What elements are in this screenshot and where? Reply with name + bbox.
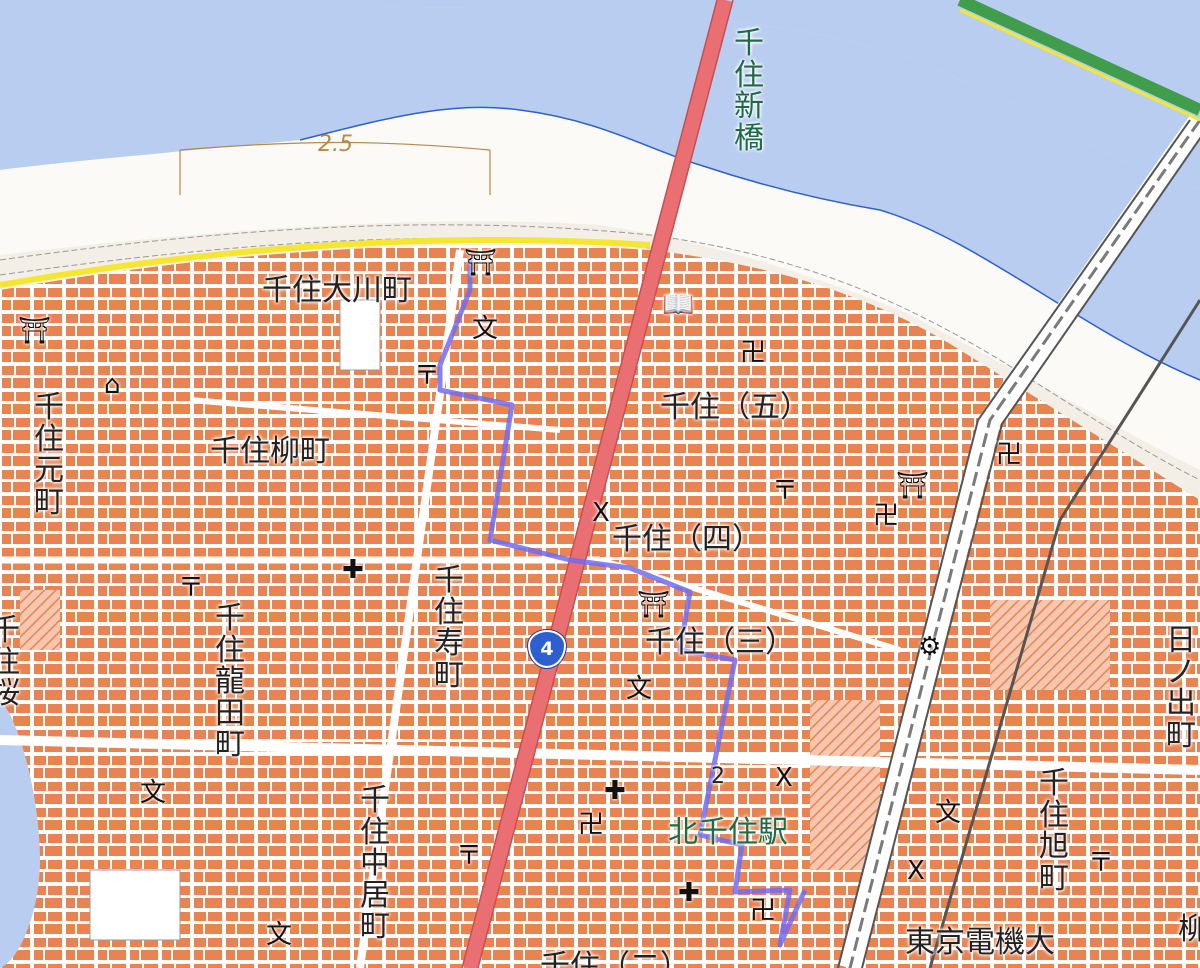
post-office-icon: 〒 [178,573,205,603]
place-label-yanagicho: 千住柳町 [210,434,330,469]
place-label-edge-left: 千住桜 [0,613,20,711]
place-label-senju-3: 千住（三） [645,625,795,660]
factory-icon: ⚙ [918,632,942,662]
temple-icon: 卍 [578,810,605,840]
school-icon: 文 [140,778,167,808]
school-icon: 文 [935,798,962,828]
hospital-icon: ✚ [342,555,364,585]
place-label-ryudencho: 千住龍田町 [215,601,245,762]
school-icon: 文 [626,674,653,704]
place-label-senju-4: 千住（四） [612,522,762,557]
bridge-label-senju-shinbashi: 千住新橋 [734,26,764,156]
temple-icon: 卍 [750,896,777,926]
shrine-icon: ⛩ [637,590,671,620]
post-office-icon: 〒 [1088,848,1115,878]
shrine-icon: ⛩ [896,471,930,501]
temple-icon: 卍 [873,501,900,531]
temple-icon: 卍 [740,338,767,368]
place-label-hinodecho: 日ノ出町 [1166,623,1196,753]
police-box-icon: X [907,856,925,886]
place-label-motomachi: 千住元町 [34,390,64,520]
post-office-icon: 〒 [414,361,441,391]
route-shield-number: 4 [540,638,554,660]
place-label-asahicho: 千住旭町 [1039,766,1069,896]
post-office-icon: 〒 [772,476,799,506]
place-label-edge-bottom: 千住（二） [540,949,690,968]
place-label-nakaicho: 千住中居町 [360,783,390,944]
place-label-edge-right: 柳 [1178,912,1200,947]
police-box-icon: X [775,763,793,793]
hospital-icon: ✚ [678,878,700,908]
police-box-icon: X [592,498,610,528]
map-canvas[interactable]: 千住新橋 2.5 千住大川町 千住柳町 千住元町 千住（五） 千住（四） 千住（… [0,0,1200,968]
contour-label: 2.5 [318,132,353,157]
place-label-kotobukicho: 千住寿町 [434,563,464,693]
shrine-icon: ⛩ [18,316,52,346]
post-office-icon: 〒 [456,841,483,871]
station-label-kitasenju[interactable]: 北千住駅 [668,818,788,848]
facility-label-denki-univ: 東京電機大 [905,925,1055,960]
school-icon: 文 [266,920,293,950]
museum-icon: ⌂ [104,370,121,400]
place-label-okawacho: 千住大川町 [262,273,412,308]
school-icon: 文 [472,314,499,344]
library-icon: 📖 [662,290,695,320]
hospital-icon: ✚ [604,776,626,806]
temple-icon: 卍 [996,440,1023,470]
point-number-label: 2 [711,764,725,789]
shrine-icon: ⛩ [464,248,498,278]
place-label-senju-5: 千住（五） [660,390,810,425]
